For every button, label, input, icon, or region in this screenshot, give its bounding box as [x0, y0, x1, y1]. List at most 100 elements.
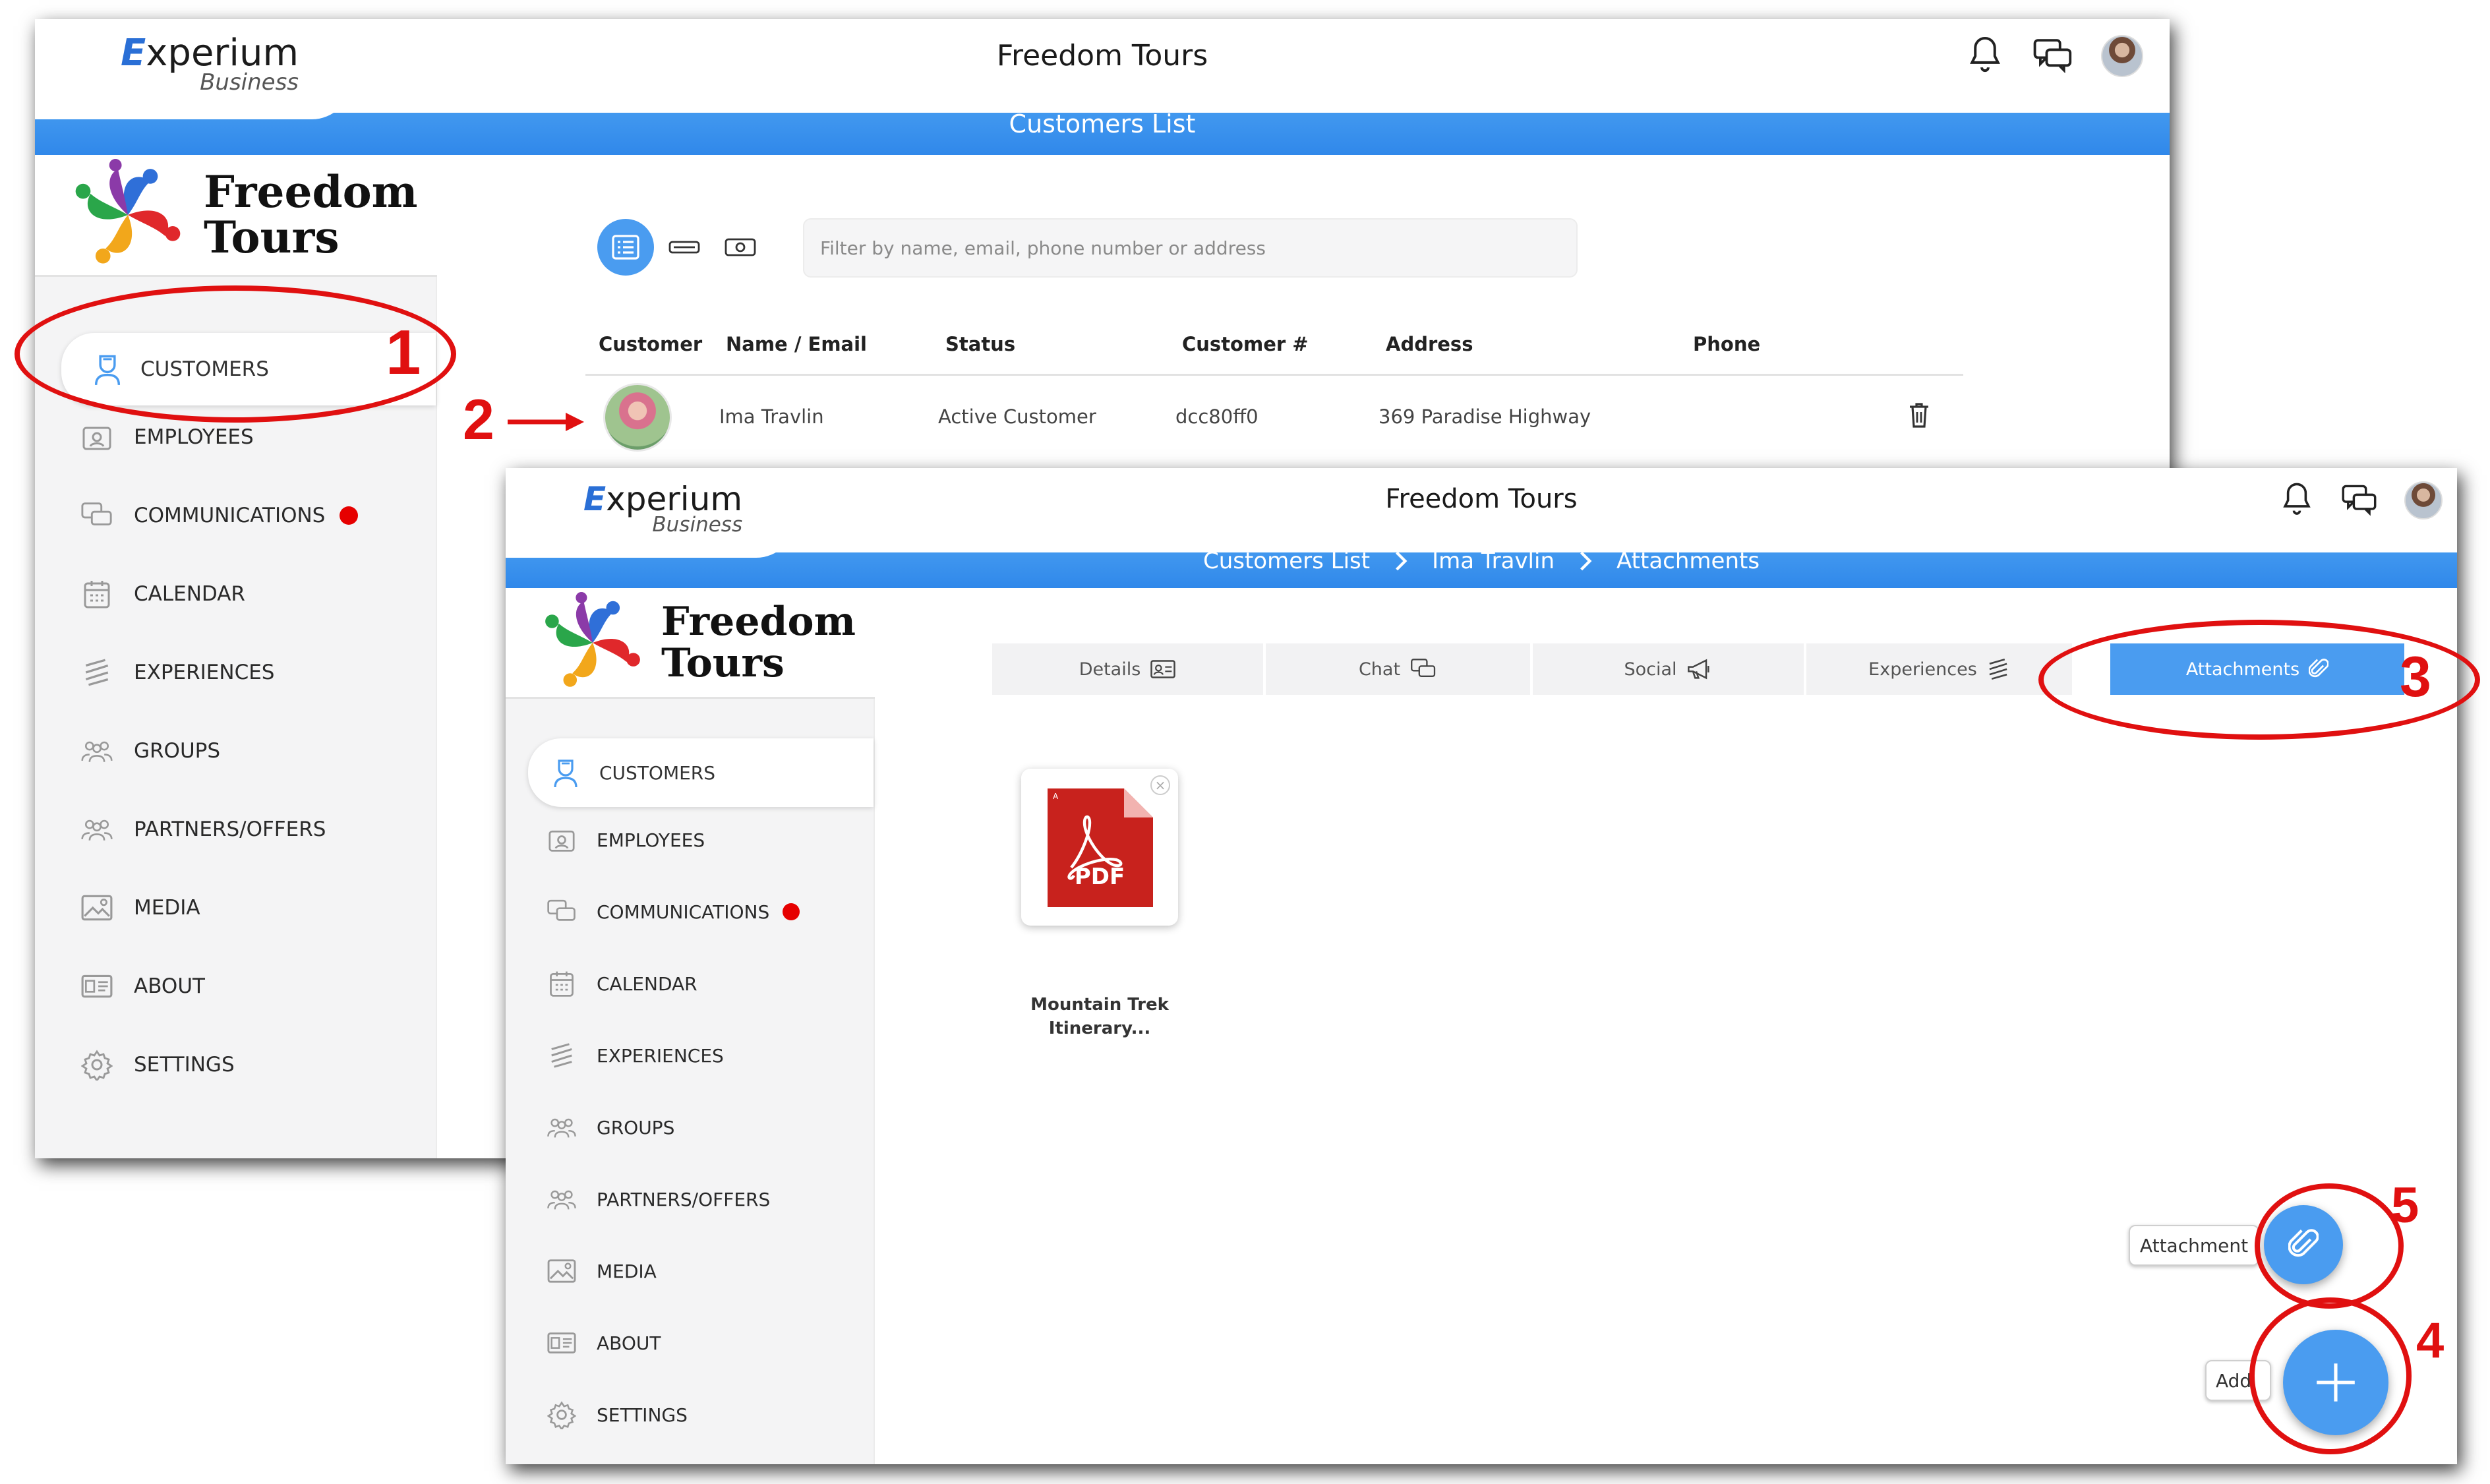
- nav-settings[interactable]: SETTINGS: [506, 1390, 874, 1440]
- pdf-badge: PDF: [1074, 864, 1125, 890]
- tab-details[interactable]: Details: [992, 643, 1264, 695]
- nav-employees[interactable]: EMPLOYEES: [506, 815, 874, 865]
- freedom-tours-logo: Freedom Tours: [506, 588, 875, 699]
- nav-calendar[interactable]: CALENDAR: [35, 568, 436, 620]
- nav-groups[interactable]: GROUPS: [506, 1102, 874, 1152]
- gear-icon: [77, 1049, 117, 1081]
- tab-experiences[interactable]: Experiences: [1806, 643, 2073, 695]
- customer-status: Active Customer: [938, 405, 1096, 428]
- tab-attachments[interactable]: Attachments: [2110, 643, 2406, 695]
- notification-dot: [783, 903, 800, 920]
- notification-dot: [340, 506, 359, 525]
- nav-about[interactable]: ABOUT: [35, 960, 436, 1013]
- column-header-status[interactable]: Status: [945, 333, 1015, 355]
- nav-media[interactable]: MEDIA: [506, 1246, 874, 1296]
- id-card-icon: [544, 1331, 579, 1355]
- id-card-icon: [1150, 660, 1176, 678]
- card-icon: [668, 241, 700, 254]
- user-avatar[interactable]: [2101, 35, 2143, 77]
- bell-icon[interactable]: [2279, 481, 2315, 519]
- messages-icon[interactable]: [2032, 37, 2073, 75]
- calendar-icon: [77, 578, 117, 610]
- id-card-icon: [77, 973, 117, 999]
- callout-number-2: 2: [463, 388, 494, 452]
- card-view-button[interactable]: [665, 230, 704, 264]
- nav-customers[interactable]: CUSTOMERS: [61, 333, 436, 405]
- customer-avatar[interactable]: [603, 383, 672, 452]
- calendar-icon: [544, 969, 579, 998]
- attachment-card[interactable]: A PDF ×: [1021, 769, 1178, 926]
- group-icon: [77, 738, 117, 764]
- attachment-action-label[interactable]: Attachment: [2129, 1225, 2259, 1266]
- nav-groups[interactable]: GROUPS: [35, 725, 436, 777]
- pdf-file-icon: A: [1048, 788, 1153, 907]
- list-icon: [612, 235, 639, 260]
- paperclip-icon: [2309, 659, 2329, 678]
- messages-icon[interactable]: [2341, 483, 2378, 518]
- tab-chat[interactable]: Chat: [1266, 643, 1531, 695]
- attachments-window: Experium Business Freedom Tours Customer…: [506, 468, 2457, 1464]
- callout-number-4: 4: [2416, 1313, 2445, 1369]
- pinwheel-logo-icon: [545, 591, 640, 687]
- attachment-name: Mountain Trek Itinerary...: [1030, 995, 1169, 1038]
- customer-icon: [88, 352, 127, 386]
- customer-address: 369 Paradise Highway: [1378, 405, 1591, 428]
- layers-icon: [544, 1042, 579, 1069]
- svg-text:A: A: [1053, 792, 1059, 801]
- customer-filter-input[interactable]: Filter by name, email, phone number or a…: [803, 218, 1578, 278]
- nav-settings[interactable]: SETTINGS: [35, 1038, 436, 1091]
- partners-icon: [544, 1187, 579, 1211]
- chat-icon: [544, 899, 579, 925]
- nav-partners-offers[interactable]: PARTNERS/OFFERS: [35, 803, 436, 856]
- plus-icon: [2317, 1363, 2355, 1402]
- tab-social[interactable]: Social: [1533, 643, 1805, 695]
- customer-number: dcc80ff0: [1175, 405, 1259, 428]
- column-header-phone[interactable]: Phone: [1693, 333, 1760, 355]
- callout-arrow-icon: [508, 413, 584, 431]
- trash-icon[interactable]: [1907, 401, 1931, 429]
- remove-attachment-icon[interactable]: ×: [1150, 775, 1170, 795]
- callout-number-3: 3: [2400, 645, 2431, 709]
- add-fab-button[interactable]: [2283, 1330, 2388, 1435]
- nav-calendar[interactable]: CALENDAR: [506, 959, 874, 1009]
- add-attachment-button[interactable]: [2264, 1205, 2343, 1284]
- nav-communications[interactable]: COMMUNICATIONS: [35, 489, 436, 542]
- column-header-customer-number[interactable]: Customer #: [1182, 333, 1309, 355]
- tile-view-button[interactable]: [721, 229, 760, 266]
- customer-icon: [548, 757, 583, 788]
- nav-employees[interactable]: EMPLOYEES: [35, 411, 436, 463]
- layers-icon: [77, 657, 117, 688]
- app-title: Freedom Tours: [1385, 484, 1578, 514]
- app-title: Freedom Tours: [996, 39, 1208, 73]
- badge-icon: [77, 423, 117, 452]
- top-icons: [1965, 35, 2143, 77]
- nav-about[interactable]: ABOUT: [506, 1318, 874, 1368]
- nav-experiences[interactable]: EXPERIENCES: [506, 1030, 874, 1081]
- freedom-tours-logo: Freedom Tours: [35, 155, 437, 277]
- column-header-address[interactable]: Address: [1386, 333, 1473, 355]
- nav-customers[interactable]: CUSTOMERS: [528, 738, 874, 807]
- column-header-name-email[interactable]: Name / Email: [726, 333, 867, 355]
- chat-icon: [77, 501, 117, 530]
- bell-icon[interactable]: [1965, 35, 2005, 77]
- header-divider: [585, 374, 1963, 376]
- layers-icon: [1989, 659, 2007, 680]
- group-icon: [544, 1115, 579, 1139]
- column-header-customer[interactable]: Customer: [599, 333, 702, 355]
- chevron-right-icon: [1580, 551, 1592, 571]
- add-action-label[interactable]: Add: [2205, 1360, 2271, 1401]
- paperclip-icon: [2288, 1229, 2319, 1257]
- tile-icon: [725, 238, 756, 256]
- nav-media[interactable]: MEDIA: [35, 881, 436, 934]
- nav-partners-offers[interactable]: PARTNERS/OFFERS: [506, 1174, 874, 1224]
- nav-communications[interactable]: COMMUNICATIONS: [506, 887, 874, 937]
- sidebar: Freedom Tours CUSTOMERS EMPLOYEES COMMUN…: [506, 588, 875, 1464]
- nav-experiences[interactable]: EXPERIENCES: [35, 646, 436, 699]
- image-icon: [544, 1259, 579, 1284]
- gear-icon: [544, 1400, 579, 1429]
- callout-number-1: 1: [386, 317, 421, 388]
- megaphone-icon: [1687, 659, 1709, 680]
- top-icons: [2279, 481, 2443, 519]
- list-view-button[interactable]: [597, 219, 654, 276]
- user-avatar[interactable]: [2404, 481, 2443, 519]
